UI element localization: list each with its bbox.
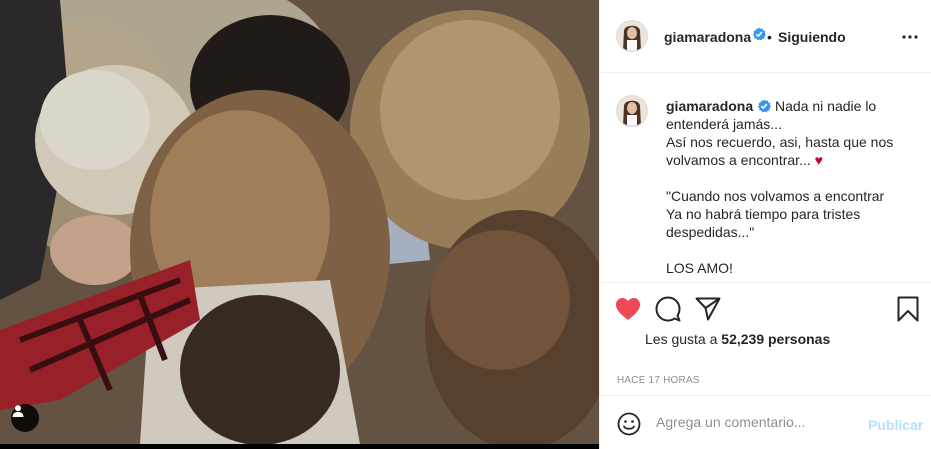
more-horizontal-icon [902, 35, 918, 39]
like-button[interactable] [614, 295, 642, 323]
profile-photo-icon [617, 96, 647, 126]
verified-badge [752, 27, 766, 46]
caption-line-2: Así nos recuerdo, asi, hasta que nos vol… [666, 134, 894, 168]
caption-avatar[interactable] [616, 95, 648, 127]
share-button[interactable] [694, 295, 722, 323]
bookmark-icon [897, 296, 919, 322]
post-sidebar: giamaradona • Siguiendo giamaradona Nada… [599, 0, 931, 449]
likes-prefix: Les gusta a [645, 331, 718, 347]
caption-line-3: "Cuando nos volvamos a encontrar [666, 188, 885, 204]
user-tag-button[interactable] [11, 404, 39, 432]
avatar[interactable] [616, 20, 648, 52]
comment-button[interactable] [654, 295, 682, 323]
more-options-button[interactable] [900, 27, 920, 47]
caption-line-4: Ya no habrá tiempo para tristes despedid… [666, 206, 861, 240]
group-hug-photo [0, 0, 599, 444]
publish-button[interactable]: Publicar [868, 417, 923, 433]
instagram-post: giamaradona • Siguiendo giamaradona Nada… [0, 0, 931, 449]
likes-number: 52,239 [721, 331, 765, 347]
action-bar: Les gusta a 52,239 personas HACE 17 HORA… [600, 282, 931, 395]
user-tag-icon [12, 405, 24, 417]
heart-filled-icon [616, 298, 640, 320]
caption-username[interactable]: giamaradona [666, 98, 753, 114]
caption-line-5: LOS AMO! [666, 260, 733, 276]
caption-section: giamaradona Nada ni nadie lo entenderá j… [600, 73, 931, 282]
verified-badge-icon [752, 27, 766, 41]
post-header: giamaradona • Siguiendo [600, 0, 931, 73]
profile-photo-icon [617, 21, 647, 51]
post-photo[interactable] [0, 0, 599, 444]
verified-badge-icon [758, 99, 772, 113]
caption-text: giamaradona Nada ni nadie lo entenderá j… [666, 97, 906, 277]
save-button[interactable] [894, 295, 922, 323]
following-button[interactable]: Siguiendo [778, 29, 846, 45]
emoji-button[interactable] [616, 411, 642, 437]
comment-box: Publicar [600, 395, 931, 449]
likes-suffix: personas [768, 331, 831, 347]
post-timestamp[interactable]: HACE 17 HORAS [617, 375, 700, 386]
smiley-icon [617, 412, 641, 436]
comment-icon [655, 296, 681, 322]
media-bottom-edge [0, 444, 599, 449]
separator-dot: • [767, 29, 772, 45]
paper-plane-icon [695, 297, 721, 321]
comment-input[interactable] [656, 412, 856, 432]
heart-emoji: ♥ [814, 152, 823, 168]
username-link[interactable]: giamaradona [664, 29, 751, 45]
likes-count[interactable]: Les gusta a 52,239 personas [645, 331, 830, 347]
